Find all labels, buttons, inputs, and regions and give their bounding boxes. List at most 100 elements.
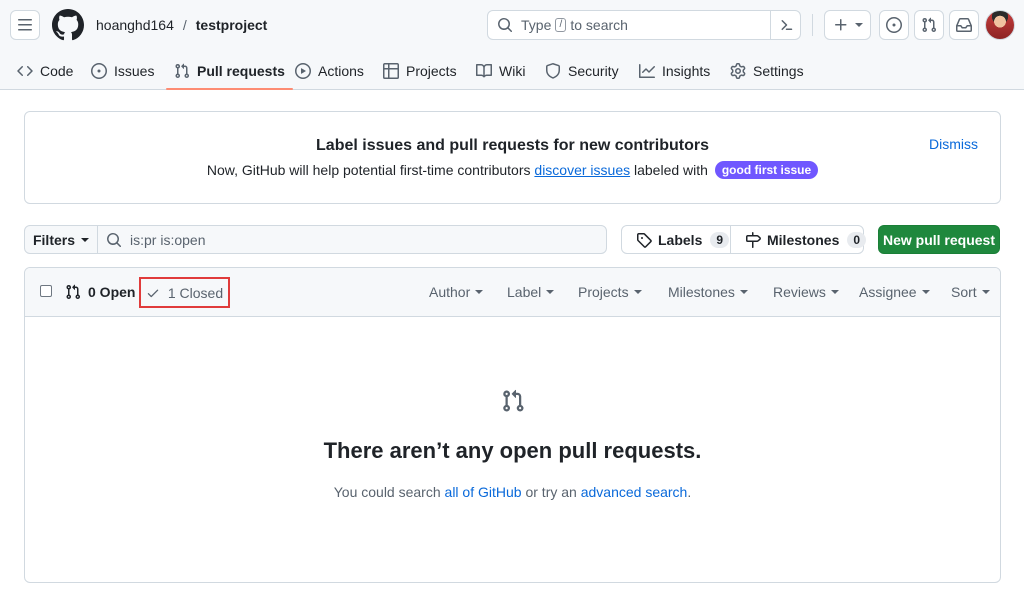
milestones-filter-label: Milestones xyxy=(668,284,735,300)
milestones-count: 0 xyxy=(847,231,867,248)
labels-label: Labels xyxy=(658,231,703,248)
create-new-button[interactable] xyxy=(824,10,871,40)
author-filter[interactable]: Author xyxy=(429,284,484,300)
chevron-down-icon xyxy=(981,290,990,294)
projects-filter[interactable]: Projects xyxy=(578,284,642,300)
reviews-filter-label: Reviews xyxy=(773,284,826,300)
milestones-button[interactable]: Milestones 0 xyxy=(730,226,867,253)
tab-insights[interactable]: Insights xyxy=(639,52,710,90)
check-icon xyxy=(146,286,160,300)
pull-request-list: 0 Open 1 Closed Author Label Projects Mi… xyxy=(24,267,1001,583)
tab-label: Pull requests xyxy=(197,63,285,79)
filter-bar: Filters is:pr is:open xyxy=(24,225,607,254)
tab-label: Code xyxy=(40,63,74,79)
command-palette-button[interactable] xyxy=(770,11,800,39)
assignee-filter-label: Assignee xyxy=(859,284,917,300)
projects-filter-label: Projects xyxy=(578,284,629,300)
github-logo-icon[interactable] xyxy=(52,9,84,41)
banner-description: Now, GitHub will help potential first-ti… xyxy=(25,160,1000,180)
breadcrumb-owner[interactable]: hoanghd164 xyxy=(96,16,174,34)
issue-opened-icon xyxy=(886,17,902,33)
search-shortcut-key: / xyxy=(555,18,567,32)
chevron-down-icon xyxy=(546,290,555,294)
tab-actions[interactable]: Actions xyxy=(295,52,364,90)
sort-filter[interactable]: Sort xyxy=(951,284,990,300)
tab-label: Projects xyxy=(406,63,457,79)
chevron-down-icon xyxy=(633,290,642,294)
labels-milestones-group: Labels 9 Milestones 0 xyxy=(621,225,867,254)
author-filter-label: Author xyxy=(429,284,471,300)
filter-search-input[interactable]: is:pr is:open xyxy=(98,226,606,253)
blankslate: There aren’t any open pull requests. You… xyxy=(25,317,1000,582)
labels-button[interactable]: Labels 9 xyxy=(622,226,730,253)
issue-opened-icon xyxy=(91,63,107,79)
blank-sub-after: . xyxy=(687,484,692,500)
good-first-issue-label[interactable]: good first issue xyxy=(714,161,819,179)
tab-label: Insights xyxy=(662,63,711,79)
graph-icon xyxy=(639,63,655,79)
blankslate-title: There aren’t any open pull requests. xyxy=(323,438,702,463)
user-avatar[interactable] xyxy=(985,10,1015,40)
tab-label: Settings xyxy=(753,63,804,79)
filters-button[interactable]: Filters xyxy=(25,226,98,253)
gear-icon xyxy=(730,63,746,79)
global-search-input[interactable]: Type / to search xyxy=(487,10,801,40)
label-filter-label: Label xyxy=(507,284,542,300)
chevron-down-icon xyxy=(830,290,839,294)
closed-filter-tab[interactable]: 1 Closed xyxy=(139,277,230,308)
menu-button[interactable] xyxy=(10,10,40,40)
breadcrumb: hoanghd164 / testproject xyxy=(96,16,267,34)
all-of-github-link[interactable]: all of GitHub xyxy=(445,484,522,500)
label-filter[interactable]: Label xyxy=(507,284,555,300)
tab-pull-requests[interactable]: Pull requests xyxy=(166,52,293,90)
tab-label: Wiki xyxy=(499,63,526,79)
issues-button[interactable] xyxy=(879,10,909,40)
blankslate-description: You could search all of GitHub or try an… xyxy=(25,484,1000,500)
milestones-filter[interactable]: Milestones xyxy=(668,284,748,300)
breadcrumb-separator: / xyxy=(182,17,187,33)
search-icon xyxy=(497,17,513,33)
search-icon xyxy=(106,232,122,248)
code-icon xyxy=(17,63,33,79)
banner-desc-after: labeled with xyxy=(634,162,708,178)
reviews-filter[interactable]: Reviews xyxy=(773,284,839,300)
book-icon xyxy=(476,63,492,79)
git-pull-request-icon xyxy=(921,17,937,33)
filter-query: is:pr is:open xyxy=(130,231,206,248)
plus-icon xyxy=(833,17,849,33)
advanced-search-link[interactable]: advanced search xyxy=(581,484,688,500)
banner-desc-before: Now, GitHub will help potential first-ti… xyxy=(206,162,531,178)
tab-wiki[interactable]: Wiki xyxy=(476,52,525,90)
chevron-down-icon xyxy=(739,290,748,294)
inbox-button[interactable] xyxy=(949,10,979,40)
select-all-checkbox[interactable] xyxy=(40,285,52,297)
tab-settings[interactable]: Settings xyxy=(730,52,804,90)
open-filter-tab[interactable]: 0 Open xyxy=(65,284,135,300)
tab-code[interactable]: Code xyxy=(17,52,73,90)
new-pull-request-button[interactable]: New pull request xyxy=(878,225,1000,254)
tab-label: Issues xyxy=(114,63,155,79)
dismiss-button[interactable]: Dismiss xyxy=(929,136,978,152)
tab-security[interactable]: Security xyxy=(545,52,619,90)
git-pull-request-icon xyxy=(174,63,190,79)
tab-projects[interactable]: Projects xyxy=(383,52,457,90)
hamburger-icon xyxy=(17,17,33,33)
banner-title: Label issues and pull requests for new c… xyxy=(316,137,709,154)
breadcrumb-repo[interactable]: testproject xyxy=(196,16,268,34)
tag-icon xyxy=(636,232,652,248)
repo-nav-tabs: Code Issues Pull requests Actions Projec… xyxy=(0,52,1024,90)
assignee-filter[interactable]: Assignee xyxy=(859,284,930,300)
pull-requests-button[interactable] xyxy=(914,10,944,40)
git-pull-request-icon xyxy=(65,284,81,300)
discover-issues-link[interactable]: discover issues xyxy=(534,162,630,178)
open-count-label: 0 Open xyxy=(88,284,136,300)
chevron-down-icon xyxy=(921,290,930,294)
closed-count-label: 1 Closed xyxy=(167,284,224,301)
tab-issues[interactable]: Issues xyxy=(91,52,154,90)
inbox-icon xyxy=(956,17,972,33)
chevron-down-icon xyxy=(854,23,863,27)
labels-count: 9 xyxy=(710,231,730,248)
tab-label: Security xyxy=(568,63,619,79)
filters-label: Filters xyxy=(32,231,75,248)
chevron-down-icon xyxy=(475,290,484,294)
